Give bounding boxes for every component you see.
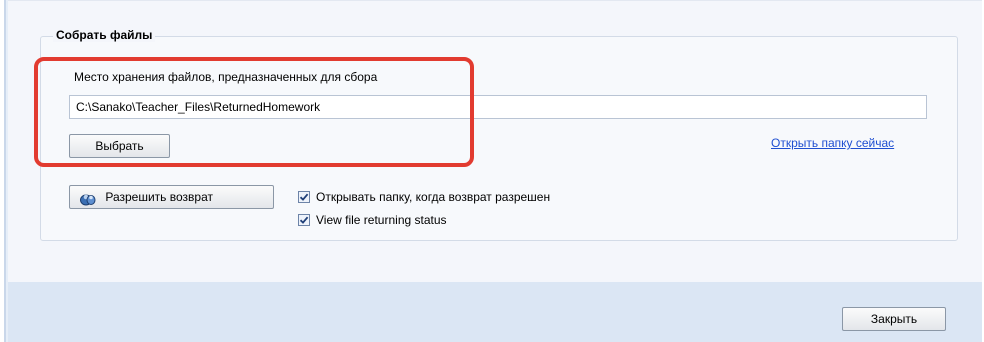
group-title: Собрать файлы	[53, 28, 156, 42]
check-icon	[299, 193, 309, 201]
collect-files-group: Собрать файлы Место хранения файлов, пре…	[40, 28, 958, 241]
checkbox-label: Открывать папку, когда возврат разрешен	[316, 190, 551, 204]
dialog-content: Собрать файлы Место хранения файлов, пре…	[8, 0, 982, 283]
checkbox-label: View file returning status	[316, 213, 447, 227]
checkbox[interactable]	[298, 214, 310, 226]
view-returning-status-option[interactable]: View file returning status	[298, 213, 447, 227]
return-people-icon	[80, 191, 96, 206]
close-button[interactable]: Закрыть	[842, 307, 946, 331]
check-icon	[299, 216, 309, 224]
storage-path-field[interactable]: C:\Sanako\Teacher_Files\ReturnedHomework	[69, 95, 927, 119]
dialog-window: Собрать файлы Место хранения файлов, пре…	[4, 0, 982, 342]
dialog-footer	[8, 282, 982, 342]
allow-return-button[interactable]: Разрешить возврат	[69, 185, 274, 209]
browse-button[interactable]: Выбрать	[69, 134, 170, 158]
checkbox[interactable]	[298, 191, 310, 203]
open-folder-now-link[interactable]: Открыть папку сейчас	[771, 136, 894, 150]
storage-location-label: Место хранения файлов, предназначенных д…	[74, 70, 378, 84]
open-folder-when-allowed-option[interactable]: Открывать папку, когда возврат разрешен	[298, 190, 550, 204]
allow-return-label: Разрешить возврат	[105, 190, 213, 204]
